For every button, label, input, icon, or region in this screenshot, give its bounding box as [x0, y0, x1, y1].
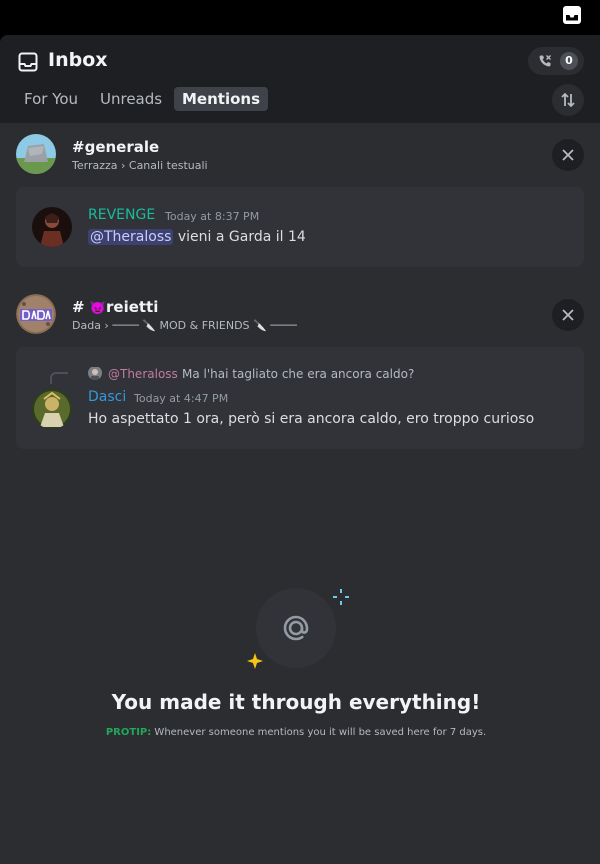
channel-name-text: generale [84, 138, 160, 156]
user-mention[interactable]: @Theraloss [88, 229, 174, 245]
window-top-bar [0, 0, 600, 35]
reply-text[interactable]: Ma l'hai tagliato che era ancora caldo? [182, 367, 414, 381]
message-text: Ho aspettato 1 ora, però si era ancora c… [88, 411, 535, 427]
channel-name-generale[interactable]: #generale [72, 138, 159, 156]
server-icon-dada[interactable] [16, 294, 56, 334]
calls-button[interactable]: 0 [528, 47, 584, 75]
protip-text: Whenever someone mentions you it will be… [151, 727, 487, 738]
inbox-panel: Inbox 0 For You Unreads Mentions #genera… [0, 35, 600, 864]
channel-emoji: 👿 [89, 301, 106, 316]
inbox-header: Inbox 0 For You Unreads Mentions [0, 35, 600, 123]
channel-name-text: reietti [106, 298, 159, 316]
tab-unreads[interactable]: Unreads [100, 87, 162, 111]
message-timestamp: Today at 4:47 PM [134, 392, 229, 405]
message-card[interactable]: @Theraloss Ma l'hai tagliato che era anc… [16, 347, 584, 449]
reply-avatar[interactable] [88, 366, 102, 380]
empty-state-title: You made it through everything! [111, 690, 481, 714]
channel-hash: # [72, 298, 85, 316]
phone-icon [539, 55, 551, 67]
empty-state-illustration [256, 588, 336, 668]
close-button[interactable] [552, 139, 584, 171]
breadcrumb: Dada › ──── 🔪 MOD & FRIENDS 🔪 ──── [72, 319, 297, 332]
message-timestamp: Today at 8:37 PM [165, 210, 260, 223]
star-icon [247, 653, 263, 669]
close-button[interactable] [552, 299, 584, 331]
calls-count-badge: 0 [560, 52, 578, 70]
avatar[interactable] [32, 389, 72, 429]
channel-hash: # [72, 138, 85, 156]
close-icon [562, 309, 574, 321]
avatar[interactable] [32, 207, 72, 247]
message-card[interactable]: REVENGE Today at 8:37 PM @Theraloss vien… [16, 187, 584, 267]
close-icon [562, 149, 574, 161]
sort-button[interactable] [552, 84, 584, 116]
breadcrumb: Terrazza › Canali testuali [72, 159, 208, 172]
message-author[interactable]: REVENGE [88, 207, 155, 223]
message-content: @Theraloss vieni a Garda il 14 [88, 229, 306, 245]
reply-user[interactable]: @Theraloss [108, 367, 178, 381]
sparkle-icon [333, 589, 349, 605]
message-text: vieni a Garda il 14 [173, 229, 306, 245]
reply-connector [50, 372, 68, 384]
channel-name-reietti[interactable]: # 👿reietti [72, 298, 158, 316]
inbox-icon[interactable] [562, 5, 582, 25]
inbox-header-icon [18, 52, 38, 72]
protip: PROTIP: Whenever someone mentions you it… [0, 727, 592, 738]
sort-icon [561, 92, 575, 108]
page-title: Inbox [48, 49, 108, 71]
tab-mentions[interactable]: Mentions [174, 87, 269, 111]
tab-for-you[interactable]: For You [24, 87, 78, 111]
message-author[interactable]: Dasci [88, 389, 126, 405]
server-icon-terrazza[interactable] [16, 134, 56, 174]
protip-label: PROTIP: [105, 727, 152, 738]
at-icon [283, 615, 309, 641]
